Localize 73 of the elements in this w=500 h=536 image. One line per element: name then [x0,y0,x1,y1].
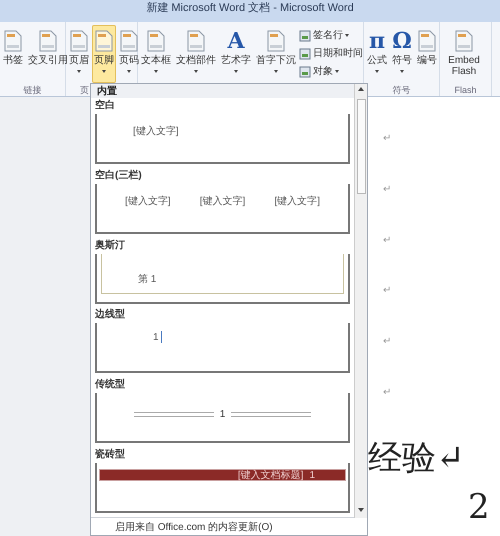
paragraph-mark: ↵ [383,387,392,400]
ribbon-button[interactable]: 交叉引用 [26,25,70,83]
paragraph-mark: ↵ [383,234,392,248]
menu-item[interactable]: 启用来自 Office.com 的内容更新(O) [115,520,273,535]
ribbon-small-button[interactable]: 对象 [299,63,363,80]
group-label: 页 [80,84,89,94]
ribbon-button[interactable]: π 公式 [365,25,389,83]
document-text: 经验↵ [368,438,464,480]
ribbon-button[interactable]: 编号 [415,25,439,83]
ribbon-button[interactable]: 页码 [117,25,141,83]
scroll-down-icon[interactable] [358,508,364,512]
preview-text: 1 [309,470,315,481]
footer-preview[interactable]: 第 1 [95,254,350,304]
document-text: 2 [468,486,490,529]
ribbon-glyph: Ω [392,30,412,52]
ribbon-button[interactable]: 文本框 [139,25,173,83]
ribbon-button[interactable]: 首字下沉 [254,25,298,83]
ribbon-button[interactable]: A 艺术字 [219,25,253,83]
document-icon [267,30,285,52]
preview-text: [键入文字] [125,196,171,207]
scroll-thumb[interactable] [356,99,366,194]
paragraph-mark: ↵ [383,184,392,197]
gallery-item-title: 瓷砖型 [94,449,126,462]
document-icon [4,30,22,52]
preview-text: [键入文字] [274,196,320,207]
paragraph-mark: ↵ [383,285,392,298]
footer-preview[interactable]: [键入文字] [95,114,350,164]
preview-text: [键入文字] [200,196,246,207]
small-document-icon [299,48,311,60]
group-label: 链接 [24,84,42,94]
ribbon-button[interactable]: 书签 [1,25,25,83]
footer-preview[interactable]: [键入文档标题] 1 [95,463,350,514]
paragraph-mark: ↵ [383,336,392,350]
border-line [160,331,162,344]
gallery-item-title: 空白(三栏) [94,170,143,183]
ribbon-small-button[interactable]: 签名行 [299,27,363,44]
document-icon [147,30,165,52]
ribbon-button[interactable]: Embed Flash [441,25,487,83]
document-icon [418,30,436,52]
ribbon-button[interactable]: 页眉 [67,25,91,83]
document-icon [120,30,138,52]
gallery-item-title: 奥斯汀 [94,240,126,253]
preview-text: [键入文字] [133,126,179,137]
paragraph-mark: ↵ [383,133,392,146]
small-document-icon [299,66,311,78]
ribbon-glyph: A [227,30,245,52]
scrollbar[interactable] [354,84,367,518]
ribbon-button[interactable]: Ω 符号 [390,25,414,83]
preview-text: [键入文档标题] [238,470,304,481]
small-document-icon [299,30,311,42]
preview-text: 1 [220,409,226,420]
footer-preview[interactable]: [键入文字] [键入文字] [键入文字] [95,184,350,234]
window-title: 新建 Microsoft Word 文档 - Microsoft Word [146,2,354,14]
gallery-item-title: 边线型 [94,309,126,322]
document-icon [39,30,57,52]
scroll-up-icon[interactable] [358,87,364,91]
preview-text: 第 1 [138,274,156,285]
document-icon [187,30,205,52]
ribbon-button[interactable]: 页脚 [92,25,116,83]
ribbon-button[interactable]: 文档部件 [174,25,218,83]
footer-preview[interactable]: 1 [95,323,350,374]
gallery-item-title: 空白 [94,100,116,113]
group-label: Flash [454,84,476,94]
preview-text: 1 [153,332,159,343]
document-icon [455,30,473,52]
ribbon-glyph: π [368,30,386,52]
document-icon [95,30,113,52]
footer-preview[interactable]: 1 [95,393,350,444]
document-icon [70,30,88,52]
gallery-header: 内置 [91,84,354,98]
ribbon-small-button[interactable]: 日期和时间 [299,45,363,62]
gallery-item-title: 传统型 [94,379,126,392]
group-label: 符号 [392,84,410,94]
